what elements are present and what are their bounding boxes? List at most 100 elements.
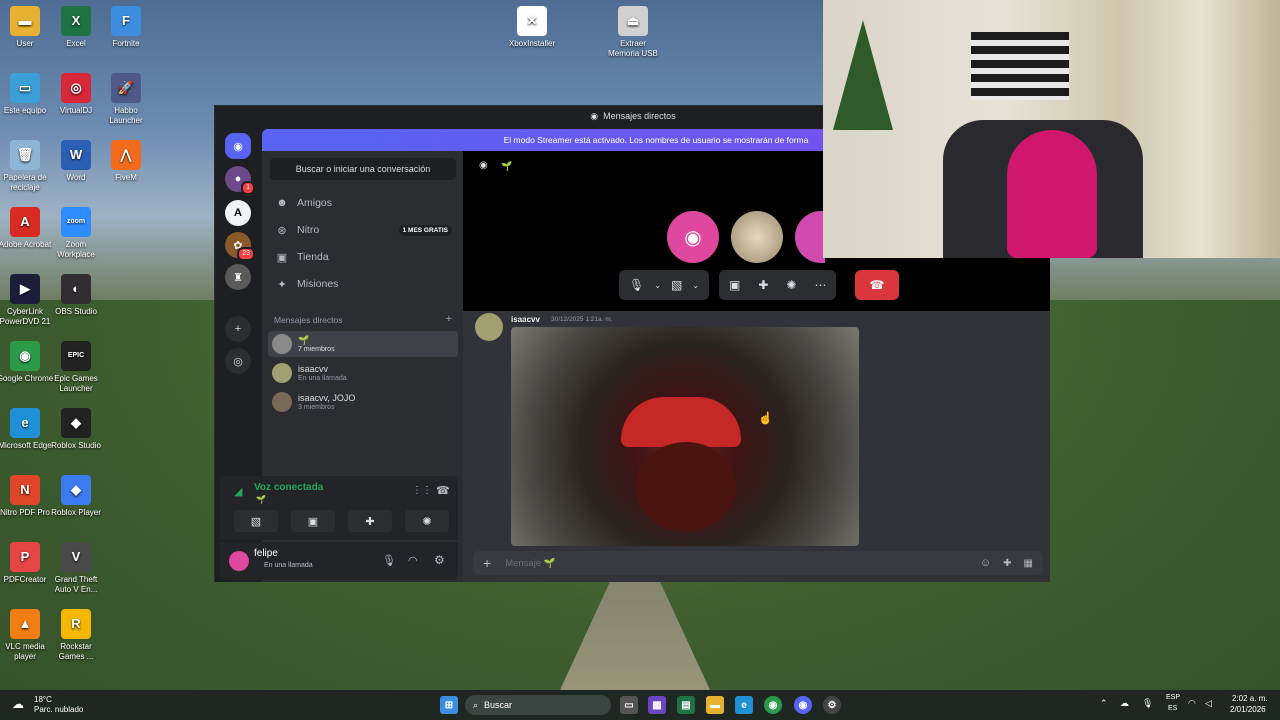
camera-button[interactable]: ▧	[234, 510, 278, 532]
discord-taskbar-button[interactable]: ◉	[794, 696, 812, 714]
apps-icon[interactable]: ✚	[1003, 558, 1011, 569]
desktop-icon-label: Este equipo	[3, 106, 47, 115]
dm-item-isaacvv[interactable]: isaacvv En una llamada	[268, 360, 458, 386]
desktop-icon[interactable]: N Nitro PDF Pro	[0, 475, 54, 518]
widgets-icon: ▦	[652, 699, 662, 711]
attach-plus-icon[interactable]: +	[483, 555, 491, 571]
desktop-icon[interactable]: 🗑 Papelera de reciclaje	[0, 140, 54, 193]
desktop-icon[interactable]: ▭ Este equipo	[0, 73, 54, 116]
desktop-icon[interactable]: ✕ XboxInstaller	[503, 6, 561, 49]
share-screen-icon[interactable]: ▣	[729, 278, 740, 292]
server-a[interactable]: A	[225, 200, 251, 226]
participant-discord-avatar[interactable]: ◉	[667, 211, 719, 263]
desktop-icon[interactable]: F Fortnite	[97, 6, 155, 49]
server-c[interactable]: ♜	[225, 264, 251, 290]
task-view-button[interactable]: ▭	[620, 696, 638, 714]
edge-button[interactable]: e	[735, 696, 753, 714]
soundboard-icon[interactable]: ✺	[786, 278, 796, 292]
noise-suppression-icon[interactable]: ⋮⋮	[412, 485, 432, 496]
user-panel: felipe En una llamada 🎙 ◠ ⚙	[220, 542, 458, 580]
desktop-icon-label: Habbo Launcher	[109, 106, 143, 125]
dm-item-group[interactable]: 🌱 7 miembros	[268, 331, 458, 357]
discover-button[interactable]: ◎	[225, 348, 251, 374]
participant-avatar-3[interactable]	[795, 211, 825, 263]
message-author[interactable]: isaacvv	[511, 315, 540, 324]
desktop-icon[interactable]: P PDFCreator	[0, 542, 54, 585]
desktop-icon[interactable]: ◆ Roblox Studio	[47, 408, 105, 451]
call-actions[interactable]: ▣ ✚ ✺ ⋯	[719, 270, 837, 300]
tray-overflow-icon[interactable]: ⌃	[1100, 698, 1108, 709]
desktop-icon[interactable]: 🚀 Habbo Launcher	[97, 73, 155, 126]
desktop-icon[interactable]: ◉ Google Chrome	[0, 341, 54, 384]
desktop-icon[interactable]: R Rockstar Games ...	[47, 609, 105, 662]
weather-temp[interactable]: 18°C	[34, 695, 52, 704]
explorer-button[interactable]: ▬	[706, 696, 724, 714]
pdfcreator-icon: P	[10, 542, 40, 572]
desktop-icon[interactable]: e Microsoft Edge	[0, 408, 54, 451]
desktop-icon[interactable]: EPIC Epic Games Launcher	[47, 341, 105, 394]
disconnect-icon[interactable]: ☎	[436, 484, 450, 497]
phone-hangup-icon: ☎	[869, 278, 885, 292]
chrome-button[interactable]: ◉	[764, 696, 782, 714]
soundboard-button[interactable]: ✺	[405, 510, 449, 532]
desktop-icon[interactable]: ⋀ FiveM	[97, 140, 155, 183]
settings-gear-icon[interactable]: ⚙	[434, 553, 445, 567]
desktop-icon[interactable]: V Grand Theft Auto V En...	[47, 542, 105, 595]
desktop-icon[interactable]: zoom Zoom Workplace	[47, 207, 105, 260]
desktop-icon[interactable]: ▶ CyberLink PowerDVD 21	[0, 274, 54, 327]
desktop-icon[interactable]: ◆ Roblox Player	[47, 475, 105, 518]
nav-friends[interactable]: ☻ Amigos	[268, 191, 458, 215]
activity-icon[interactable]: ✚	[758, 278, 768, 292]
add-server-button[interactable]: +	[225, 316, 251, 342]
lang-top[interactable]: ESP	[1166, 694, 1180, 701]
participant-photo-avatar[interactable]	[731, 211, 783, 263]
xbox-icon: ✕	[517, 6, 547, 36]
desktop-icon[interactable]: ◐ OBS Studio	[47, 274, 105, 317]
headphones-icon[interactable]: ◠	[408, 554, 418, 567]
desktop-icon[interactable]: A Adobe Acrobat	[0, 207, 54, 250]
more-icon[interactable]: ⋯	[814, 278, 826, 292]
activities-button[interactable]: ✚	[348, 510, 392, 532]
user-avatar[interactable]	[229, 551, 249, 571]
conversation-search-button[interactable]: Buscar o iniciar una conversación	[270, 158, 456, 180]
emoji-icon[interactable]: ☺	[980, 557, 991, 569]
message-avatar[interactable]	[475, 313, 503, 341]
taskbar-search[interactable]: ⌕ Buscar	[465, 695, 611, 715]
avatar	[272, 334, 292, 354]
app-taskbar-button[interactable]: ⚙	[823, 696, 841, 714]
nav-nitro[interactable]: ⊛ Nitro 1 MES GRATIS	[268, 218, 458, 242]
mic-controls[interactable]: 🎙 ⌄ ▧ ⌄	[619, 270, 709, 300]
nav-quests[interactable]: ✦ Misiones	[268, 272, 458, 296]
create-dm-button[interactable]: +	[446, 314, 452, 325]
desktop-icon[interactable]: ▲ VLC media player	[0, 609, 54, 662]
network-tray-icon[interactable]: ☁	[1120, 698, 1129, 709]
clock-time[interactable]: 2:02 a. m.	[1232, 694, 1268, 703]
weather-icon[interactable]: ☁	[12, 697, 24, 711]
mic-icon[interactable]: 🎙	[382, 554, 396, 567]
wifi-tray-icon[interactable]: ◠	[1188, 698, 1196, 709]
epic-icon: EPIC	[61, 341, 91, 371]
desktop-icon[interactable]: ▬ User	[0, 6, 54, 49]
desktop-icon[interactable]: ⏏ Extraer Memoria USB	[604, 6, 662, 59]
gift-icon[interactable]: ▦	[1024, 558, 1033, 569]
volume-tray-icon[interactable]: ◁	[1205, 698, 1212, 709]
voice-status[interactable]: Voz conectada	[254, 482, 323, 493]
dm-item-isaacvv-jojo[interactable]: isaacvv, JOJO 3 miembros	[268, 389, 458, 415]
start-button[interactable]: ⊞	[440, 696, 458, 714]
desktop-icon-label: CyberLink PowerDVD 21	[0, 307, 51, 326]
desktop-icon-label: Microsoft Edge	[0, 441, 52, 450]
server-b[interactable]: ✿ 23	[225, 232, 255, 261]
store-button[interactable]: ▤	[677, 696, 695, 714]
dm-name: 🌱	[298, 334, 310, 345]
screenshare-button[interactable]: ▣	[291, 510, 335, 532]
message-input[interactable]: + Mensaje 🌱 ☺ ✚ ▦	[473, 551, 1043, 575]
widgets-button[interactable]: ▦	[648, 696, 666, 714]
mic-tray-icon[interactable]: 🎙	[1142, 698, 1153, 709]
nav-shop[interactable]: ▣ Tienda	[268, 245, 458, 269]
chevron-down-icon: ⌄	[692, 280, 699, 290]
message-video-attachment[interactable]	[511, 327, 859, 546]
hangup-button[interactable]: ☎	[855, 270, 899, 300]
group-dm-avatar[interactable]: ● 1	[225, 166, 255, 195]
virtualdj-icon: ◎	[61, 73, 91, 103]
dm-home-button[interactable]: ◉	[225, 133, 251, 159]
